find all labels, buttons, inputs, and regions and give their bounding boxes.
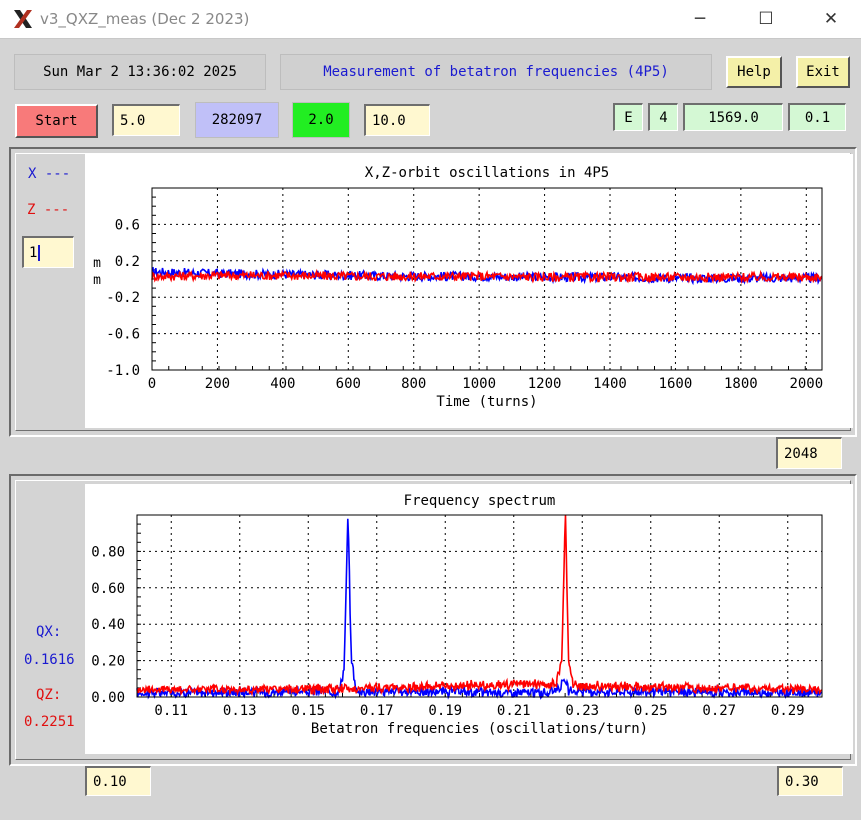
x-tick-label: 2000 (789, 376, 823, 392)
channel-input[interactable]: 1 (22, 236, 74, 268)
x-tick-label: 0.25 (634, 703, 668, 719)
maximize-button[interactable]: ☐ (746, 6, 786, 32)
text-cursor (38, 244, 41, 261)
help-button[interactable]: Help (726, 56, 782, 88)
y-tick-label: -0.6 (106, 327, 140, 343)
x-tick-label: 0.21 (497, 703, 531, 719)
y-axis-label: m (93, 273, 101, 288)
window-titlebar: v3_QXZ_meas (Dec 2 2023) ─ ☐ ✕ (0, 0, 861, 39)
x-tick-label: 800 (401, 376, 426, 392)
qz-label: QZ: (36, 687, 62, 703)
y-tick-label: 0.6 (115, 217, 140, 233)
param-input-2[interactable]: 10.0 (364, 104, 430, 136)
param-input-1[interactable]: 5.0 (112, 104, 180, 136)
x-tick-label: 200 (205, 376, 230, 392)
chart-title: X,Z-orbit oscillations in 4P5 (365, 165, 609, 181)
number-indicator: 4 (648, 103, 678, 131)
exit-button[interactable]: Exit (796, 56, 850, 88)
x-tick-label: 0.15 (291, 703, 325, 719)
y-tick-label: 0.00 (91, 690, 125, 706)
qz-value: 0.2251 (24, 714, 75, 730)
page-subtitle: Measurement of betatron frequencies (4P5… (280, 54, 712, 90)
mode-indicator: E (613, 103, 643, 131)
datetime-display: Sun Mar 2 13:36:02 2025 (14, 54, 266, 90)
x-axis-label: Betatron frequencies (oscillations/turn) (311, 721, 648, 737)
freq-max-input[interactable]: 0.30 (777, 766, 843, 796)
y-tick-label: -0.2 (106, 290, 140, 306)
turns-input[interactable]: 2048 (776, 437, 842, 469)
x-tick-label: 0 (148, 376, 156, 392)
step-indicator: 0.1 (788, 103, 846, 131)
freq-min-input[interactable]: 0.10 (85, 766, 151, 796)
x-tick-label: 0.19 (428, 703, 462, 719)
legend-x: X --- (28, 166, 71, 182)
y-tick-label: 0.80 (91, 544, 125, 560)
counter-display: 282097 (195, 102, 279, 138)
start-button[interactable]: Start (15, 104, 98, 138)
x-tick-label: 0.13 (223, 703, 257, 719)
channel-input-value: 1 (29, 244, 38, 261)
y-tick-label: 0.2 (115, 254, 140, 270)
x-tick-label: 0.17 (360, 703, 394, 719)
x-axis-label: Time (turns) (436, 394, 537, 410)
x-tick-label: 0.11 (154, 703, 188, 719)
chart-title: Frequency spectrum (404, 493, 556, 509)
x-tick-label: 1000 (462, 376, 496, 392)
value-display-green: 2.0 (292, 102, 350, 138)
energy-indicator: 1569.0 (683, 103, 783, 131)
x-tick-label: 1200 (528, 376, 562, 392)
y-tick-label: 0.40 (91, 617, 125, 633)
spectrum-chart: Frequency spectrum 0.11 0.13 0.15 0.17 0.19 0.… (85, 484, 853, 754)
x-tick-label: 1800 (724, 376, 758, 392)
x-tick-label: 0.23 (565, 703, 599, 719)
orbit-chart: X,Z-orbit oscillations in 4P5 0 200 400 600 8… (85, 154, 853, 428)
legend-z: Z --- (27, 202, 70, 218)
qx-label: QX: (36, 624, 62, 640)
y-tick-label: -1.0 (106, 363, 140, 379)
window-title: v3_QXZ_meas (Dec 2 2023) (40, 10, 250, 28)
y-tick-label: 0.20 (91, 654, 125, 670)
minimize-button[interactable]: ─ (680, 6, 720, 32)
x-tick-label: 1400 (593, 376, 627, 392)
x-tick-label: 400 (270, 376, 295, 392)
y-axis-label: m (93, 256, 101, 271)
chart-background (85, 484, 853, 754)
x-tick-label: 0.29 (771, 703, 805, 719)
y-tick-label: 0.60 (91, 581, 125, 597)
x-tick-label: 0.27 (702, 703, 736, 719)
x-tick-label: 600 (336, 376, 361, 392)
qx-value: 0.1616 (24, 652, 75, 668)
x-window-logo-icon (14, 10, 32, 28)
close-button[interactable]: ✕ (811, 6, 851, 32)
x-tick-label: 1600 (659, 376, 693, 392)
